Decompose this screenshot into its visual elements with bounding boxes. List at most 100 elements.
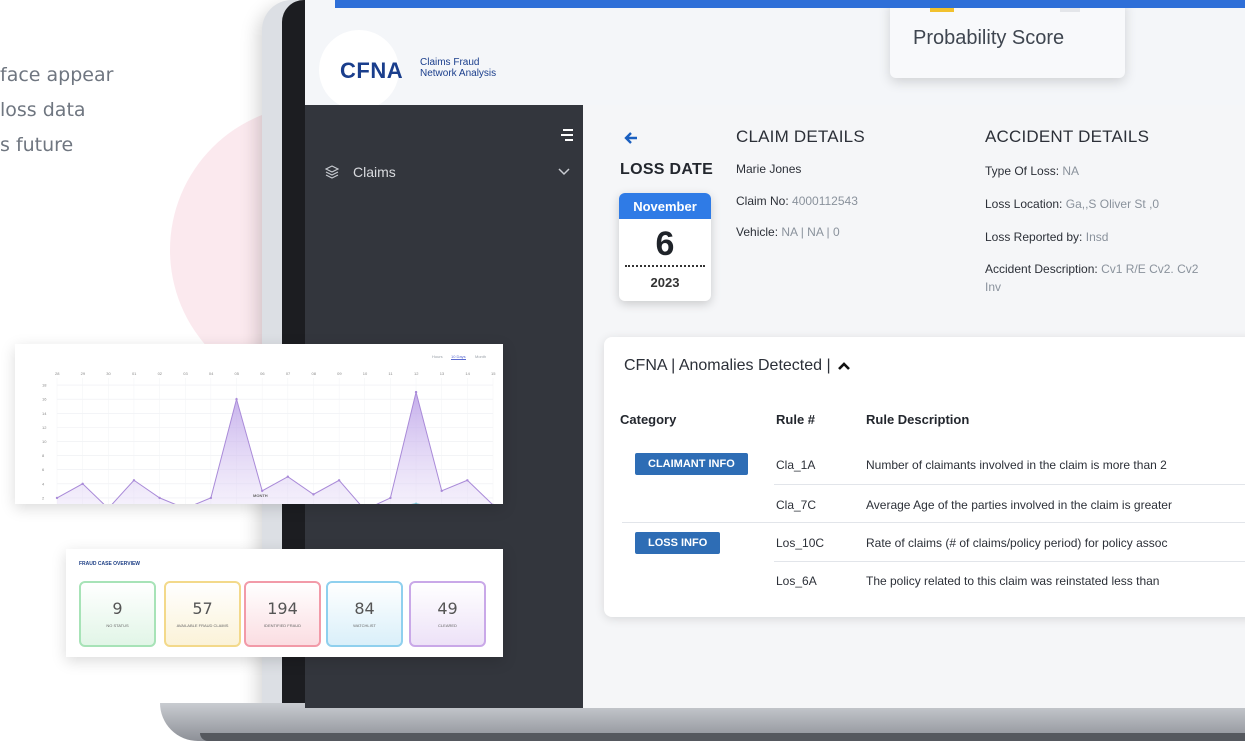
app-logo-subtitle: Claims Fraud Network Analysis [420, 57, 497, 79]
loss-reported-by: Loss Reported by: Insd [985, 230, 1109, 244]
kpi-value: 49 [437, 599, 458, 618]
kpi-card[interactable]: 57 AVAILABLE FRAUD CLAIMS [164, 581, 241, 647]
kpi-label: NO STATUS [106, 623, 129, 628]
data-point [55, 496, 59, 500]
data-point [158, 496, 161, 500]
row-divider [774, 484, 1245, 485]
loss-location: Loss Location: Ga,,S Oliver St ,0 [985, 197, 1160, 211]
data-point [286, 475, 290, 478]
tag-loss-info[interactable]: LOSS INFO [635, 532, 721, 554]
rule-description: Rate of claims (# of claims/policy perio… [866, 536, 1168, 550]
chevron-down-icon[interactable] [558, 168, 570, 176]
y-tick-label: 14 [42, 411, 47, 416]
laptop-base-edge [200, 733, 1245, 741]
kpi-value: 194 [267, 599, 298, 618]
x-tick-label: 03 [183, 371, 188, 376]
data-point [81, 482, 84, 485]
rule-description: Number of claimants involved in the clai… [866, 458, 1167, 472]
kpi-value: 57 [192, 599, 213, 618]
data-point [260, 489, 264, 493]
x-tick-label: 14 [465, 371, 470, 376]
type-of-loss: Type Of Loss: NA [985, 164, 1080, 178]
kpi-card[interactable]: 84 WATCHLIST [326, 581, 403, 647]
kpi-label: WATCHLIST [353, 623, 376, 628]
x-tick-label: 11 [388, 371, 393, 376]
layers-icon [325, 165, 339, 179]
anomalies-header[interactable]: CFNA | Anomalies Detected | [624, 357, 851, 375]
mini-chart-card: Hours 10 Days Month 02468101214161828293… [15, 344, 503, 504]
kpi-card[interactable]: 49 CLEARED [409, 581, 486, 647]
mini-chart-plot: 0246810121416182829300102030405060708091… [42, 371, 496, 504]
chevron-up-icon[interactable] [837, 361, 851, 371]
vehicle-info: Vehicle: NA | NA | 0 [736, 225, 840, 239]
y-tick-label: 6 [42, 467, 45, 472]
x-tick-label: 02 [158, 371, 163, 376]
accident-description-cont: Inv [985, 280, 1002, 294]
calendar-year: 2023 [650, 275, 680, 290]
probability-score-label: Probability Score [913, 27, 1065, 49]
row-divider [774, 561, 1245, 562]
x-tick-label: 28 [55, 371, 60, 376]
y-tick-label: 4 [42, 481, 45, 486]
loss-date-calendar: November 6 2023 [619, 193, 711, 301]
y-tick-label: 16 [42, 397, 47, 402]
y-tick-label: 18 [42, 383, 47, 388]
x-tick-label: 10 [363, 371, 368, 376]
kpi-value: 9 [112, 599, 123, 618]
accident-details-title: ACCIDENT DETAILS [985, 127, 1150, 146]
x-tick-label: 12 [414, 371, 419, 376]
data-point [337, 479, 341, 482]
claim-details-title: CLAIM DETAILS [736, 127, 865, 146]
data-point [466, 479, 469, 482]
kpi-value: 84 [354, 599, 375, 618]
app-logo[interactable]: CFNA [340, 58, 403, 84]
sidebar-item-label: Claims [353, 164, 396, 180]
accident-description: Accident Description: Cv1 R/E Cv2. Cv2 [985, 262, 1199, 276]
x-tick-label: 15 [491, 371, 496, 376]
x-tick-label: 04 [209, 371, 214, 376]
rule-id: Cla_1A [776, 458, 816, 472]
data-point [132, 479, 136, 482]
rule-id: Cla_7C [776, 498, 817, 512]
x-tick-label: 08 [311, 371, 316, 376]
menu-toggle-icon[interactable] [561, 129, 573, 141]
data-point [235, 397, 238, 401]
marketing-text: face appear loss data s future [0, 64, 114, 156]
data-point [312, 493, 315, 496]
anomalies-title: CFNA | Anomalies Detected | [624, 357, 831, 374]
x-tick-label: 09 [337, 371, 342, 376]
kpi-label: CLEARED [438, 623, 457, 628]
data-point [389, 496, 392, 500]
back-arrow-icon[interactable] [623, 130, 639, 146]
overview-title: FRAUD CASE OVERVIEW [79, 561, 141, 567]
tag-claimant-info[interactable]: CLAIMANT INFO [635, 453, 748, 475]
x-tick-label: 29 [81, 371, 86, 376]
sidebar-item-claims[interactable]: Claims [325, 160, 570, 184]
x-tick-label: 05 [235, 371, 240, 376]
y-tick-label: 8 [42, 453, 45, 458]
y-tick-label: 12 [42, 425, 47, 430]
x-tick-label: 30 [106, 371, 111, 376]
chart-x-title: MONTH [253, 493, 268, 498]
header-category: Category [620, 412, 677, 427]
y-tick-label: 2 [42, 495, 45, 500]
series-area-primary [57, 392, 493, 504]
claim-number: Claim No: 4000112543 [736, 194, 858, 208]
kpi-card[interactable]: 194 IDENTIFIED FRAUD [244, 581, 321, 647]
rule-description: The policy related to this claim was rei… [866, 574, 1160, 588]
claim-main-panel: LOSS DATE November 6 2023 CLAIM DETAILS … [583, 105, 1245, 708]
loss-date-title: LOSS DATE [620, 161, 714, 178]
calendar-month: November [619, 193, 711, 219]
header-rule: Rule # [776, 412, 816, 427]
calendar-day: 6 [655, 225, 675, 263]
x-tick-label: 13 [440, 371, 445, 376]
x-tick-label: 01 [132, 371, 137, 376]
data-point [414, 390, 418, 394]
y-tick-label: 10 [42, 439, 47, 444]
rule-id: Los_6A [776, 574, 817, 588]
header-description: Rule Description [866, 412, 970, 427]
kpi-card[interactable]: 9 NO STATUS [79, 581, 156, 647]
accent-strip [335, 0, 1245, 8]
x-tick-label: 07 [286, 371, 291, 376]
row-divider [622, 522, 1245, 523]
